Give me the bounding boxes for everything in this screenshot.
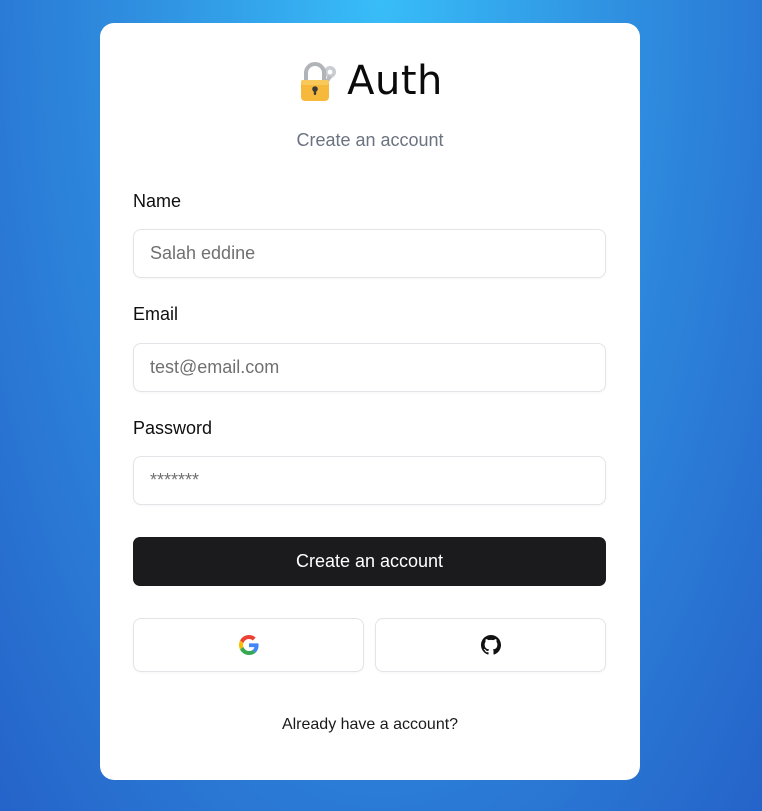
email-input[interactable]: [133, 343, 606, 392]
card-header: Auth: [100, 59, 640, 103]
login-link[interactable]: Already have a account?: [100, 716, 640, 734]
name-input[interactable]: [133, 229, 606, 278]
google-signin-button[interactable]: [133, 618, 364, 672]
create-account-button[interactable]: Create an account: [133, 537, 606, 586]
github-icon: [480, 635, 501, 655]
app-title: Auth: [347, 58, 443, 104]
form-subtitle: Create an account: [296, 130, 444, 150]
github-signin-button[interactable]: [375, 618, 606, 672]
name-label: Name: [133, 191, 182, 211]
password-input[interactable]: [133, 456, 606, 505]
signup-card: Auth Create an account Name Email Passwo…: [100, 23, 640, 780]
lock-with-key-icon: [297, 59, 339, 103]
google-icon: [238, 635, 259, 655]
password-label: Password: [133, 418, 213, 438]
email-label: Email: [133, 304, 179, 324]
